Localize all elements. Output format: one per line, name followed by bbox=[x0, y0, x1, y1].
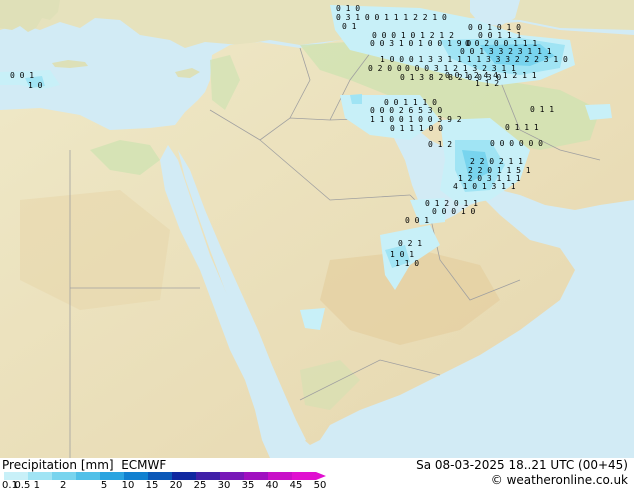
colorbar-tick-label: 15 bbox=[145, 480, 159, 491]
colorbar-tick-label: 1 bbox=[33, 480, 40, 491]
station-value: 0 0 1 3 3 2 3 1 1 1 bbox=[460, 47, 552, 56]
legend-footer: Precipitation [mm] ECMWF Sa 08-03-2025 1… bbox=[0, 458, 634, 491]
station-value: 0 1 1 1 0 0 bbox=[390, 124, 443, 133]
colorbar-tick-label: 5 bbox=[100, 480, 108, 491]
colorbar-tick-label: 2 bbox=[60, 480, 67, 491]
colorbar-swatch bbox=[76, 472, 100, 480]
station-value: 1 1 0 0 1 0 0 3 9 2 bbox=[370, 115, 462, 124]
station-value: 1 0 bbox=[28, 81, 43, 90]
station-value: 0 0 0 2 6 5 3 0 bbox=[370, 106, 442, 115]
colorbar-tick-label: 25 bbox=[193, 480, 207, 491]
colorbar-swatch bbox=[148, 472, 172, 480]
station-value: 1 0 1 bbox=[390, 250, 414, 259]
colorbar-swatch bbox=[220, 472, 244, 480]
colorbar-tick-label: 20 bbox=[169, 480, 183, 491]
colorbar-swatch bbox=[4, 472, 28, 480]
station-value: 0 0 1 bbox=[10, 71, 34, 80]
station-value: 2 2 0 2 1 1 bbox=[470, 157, 523, 166]
colorbar-swatch bbox=[52, 472, 76, 480]
colorbar-tick-label: 35 bbox=[241, 480, 255, 491]
colorbar-swatch bbox=[172, 472, 196, 480]
colorbar-swatch bbox=[100, 472, 124, 480]
colorbar-swatch bbox=[124, 472, 148, 480]
station-value: 0 2 0 0 bbox=[368, 64, 402, 73]
station-value: 1 1 0 bbox=[395, 259, 419, 268]
colorbar-tick-label: 0.5 bbox=[14, 480, 31, 491]
valid-time: Sa 08-03-2025 18..21 UTC (00+45) bbox=[416, 458, 628, 472]
colorbar-swatch bbox=[268, 472, 292, 480]
station-value: 0 0 1 bbox=[405, 216, 429, 225]
station-value: 0 0 3 1 0 1 0 0 1 9 0 bbox=[370, 39, 471, 48]
colorbar-arrow bbox=[316, 472, 326, 480]
colorbar-tick-label: 30 bbox=[217, 480, 231, 491]
colorbar-tick-label: 45 bbox=[289, 480, 303, 491]
colorbar-tick-label: 10 bbox=[121, 480, 135, 491]
legend-title: Precipitation [mm] ECMWF bbox=[2, 458, 167, 472]
station-value: 0 1 3 8 2 8 2 0 0 3 0 bbox=[400, 73, 501, 82]
precipitation-map: 0 1 0 0 3 1 0 0 1 1 1 2 2 1 0 0 1 0 0 0 … bbox=[0, 0, 634, 458]
station-value: 0 0 0 1 0 bbox=[432, 207, 476, 216]
colorbar-swatch bbox=[28, 472, 52, 480]
colorbar-swatch bbox=[244, 472, 268, 480]
station-value: 0 1 0 bbox=[336, 4, 360, 13]
colorbar-tick-label: 40 bbox=[265, 480, 279, 491]
credit-link[interactable]: © weatheronline.co.uk bbox=[491, 473, 628, 487]
station-value: 0 0 0 0 0 0 bbox=[490, 139, 543, 148]
station-value: 0 1 1 bbox=[530, 105, 554, 114]
station-value: 1 0 0 0 1 3 3 1 1 1 1 3 3 3 2 2 2 3 1 0 bbox=[380, 55, 568, 64]
station-value: 0 1 1 1 bbox=[505, 123, 539, 132]
colorbar-tick-label: 50 bbox=[313, 480, 327, 491]
colorbar-swatch bbox=[196, 472, 220, 480]
station-value: 0 3 1 0 0 1 1 1 2 2 1 0 bbox=[336, 13, 447, 22]
station-value: 0 1 bbox=[342, 22, 357, 31]
station-value: 0 1 2 bbox=[428, 140, 452, 149]
station-value: 0 2 1 bbox=[398, 239, 422, 248]
colorbar-swatch bbox=[292, 472, 316, 480]
station-value: 4 1 0 1 3 1 1 bbox=[453, 182, 516, 191]
